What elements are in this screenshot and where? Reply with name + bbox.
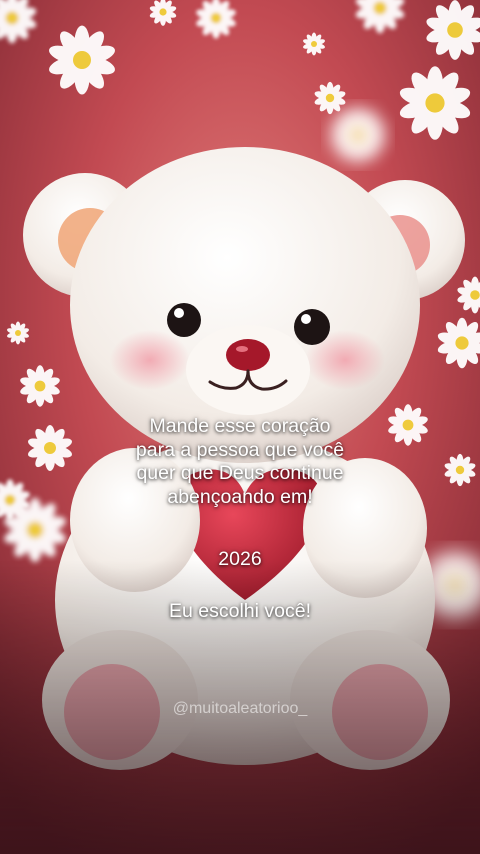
message-line: quer que Deus continue (136, 462, 344, 484)
closing-text: Eu escolhi você! (169, 600, 311, 622)
message-line: Mande esse coração (149, 415, 331, 437)
message-text: Mande esse coração para a pessoa que voc… (90, 415, 390, 509)
message-line: para a pessoa que você (135, 438, 345, 461)
year-text: 2026 (218, 548, 262, 570)
watermark-handle: @muitoaleatorioo_ (172, 700, 308, 717)
message-line: abençoando em! (167, 485, 313, 508)
